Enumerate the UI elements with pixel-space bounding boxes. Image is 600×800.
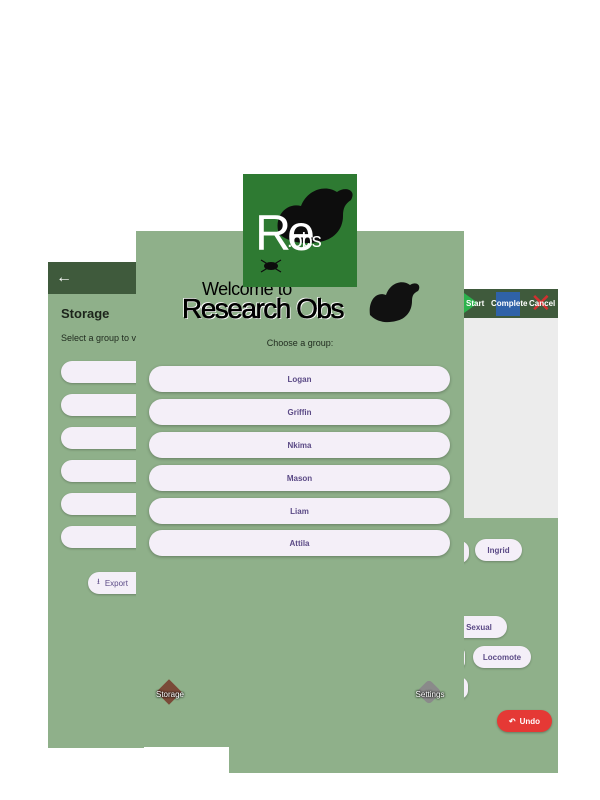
page-title: Storage [61, 306, 110, 321]
undo-icon: ↶ [508, 716, 516, 726]
group-button-attila[interactable]: Attila [149, 530, 450, 556]
back-arrow-icon[interactable]: ← [56, 268, 72, 288]
undo-button[interactable]: ↶ Undo [497, 710, 552, 732]
group-button-griffin[interactable]: Griffin [149, 399, 450, 425]
export-label: Export [104, 578, 128, 588]
chip-ingrid[interactable]: Ingrid [475, 539, 522, 561]
cancel-button-label[interactable]: Cancel [529, 299, 555, 308]
storage-subtitle: Select a group to v [61, 333, 137, 343]
group-button-logan[interactable]: Logan [149, 366, 450, 392]
group-button-liam[interactable]: Liam [149, 498, 450, 524]
welcome-screen: Welcome to Research Obs Choose a group: … [136, 231, 464, 747]
insect-icon [260, 259, 282, 273]
bird-silhouette-icon [369, 282, 420, 323]
group-button-nkima[interactable]: Nkima [149, 432, 450, 458]
app-logo: Re .obs [243, 174, 357, 287]
storage-nav-button[interactable]: Storage [150, 679, 190, 709]
settings-nav-button[interactable]: Settings [410, 679, 450, 709]
storage-screen: ← Storage Select a group to v ⭳ Export [48, 262, 158, 748]
choose-group-prompt: Choose a group: [266, 338, 334, 348]
logo-text-obs: .obs [287, 230, 322, 252]
storage-appbar: ← [48, 262, 144, 294]
group-button-mason[interactable]: Mason [149, 465, 450, 491]
start-button-label[interactable]: Start [466, 299, 484, 308]
complete-button-label[interactable]: Complete [491, 299, 527, 308]
storage-nav-label: Storage [155, 690, 185, 699]
download-icon: ⭳ [97, 577, 100, 586]
app-name: Research Obs [182, 293, 345, 325]
chip-locomote[interactable]: Locomote [473, 646, 531, 668]
undo-label: Undo [519, 716, 541, 726]
settings-nav-label: Settings [415, 690, 445, 699]
